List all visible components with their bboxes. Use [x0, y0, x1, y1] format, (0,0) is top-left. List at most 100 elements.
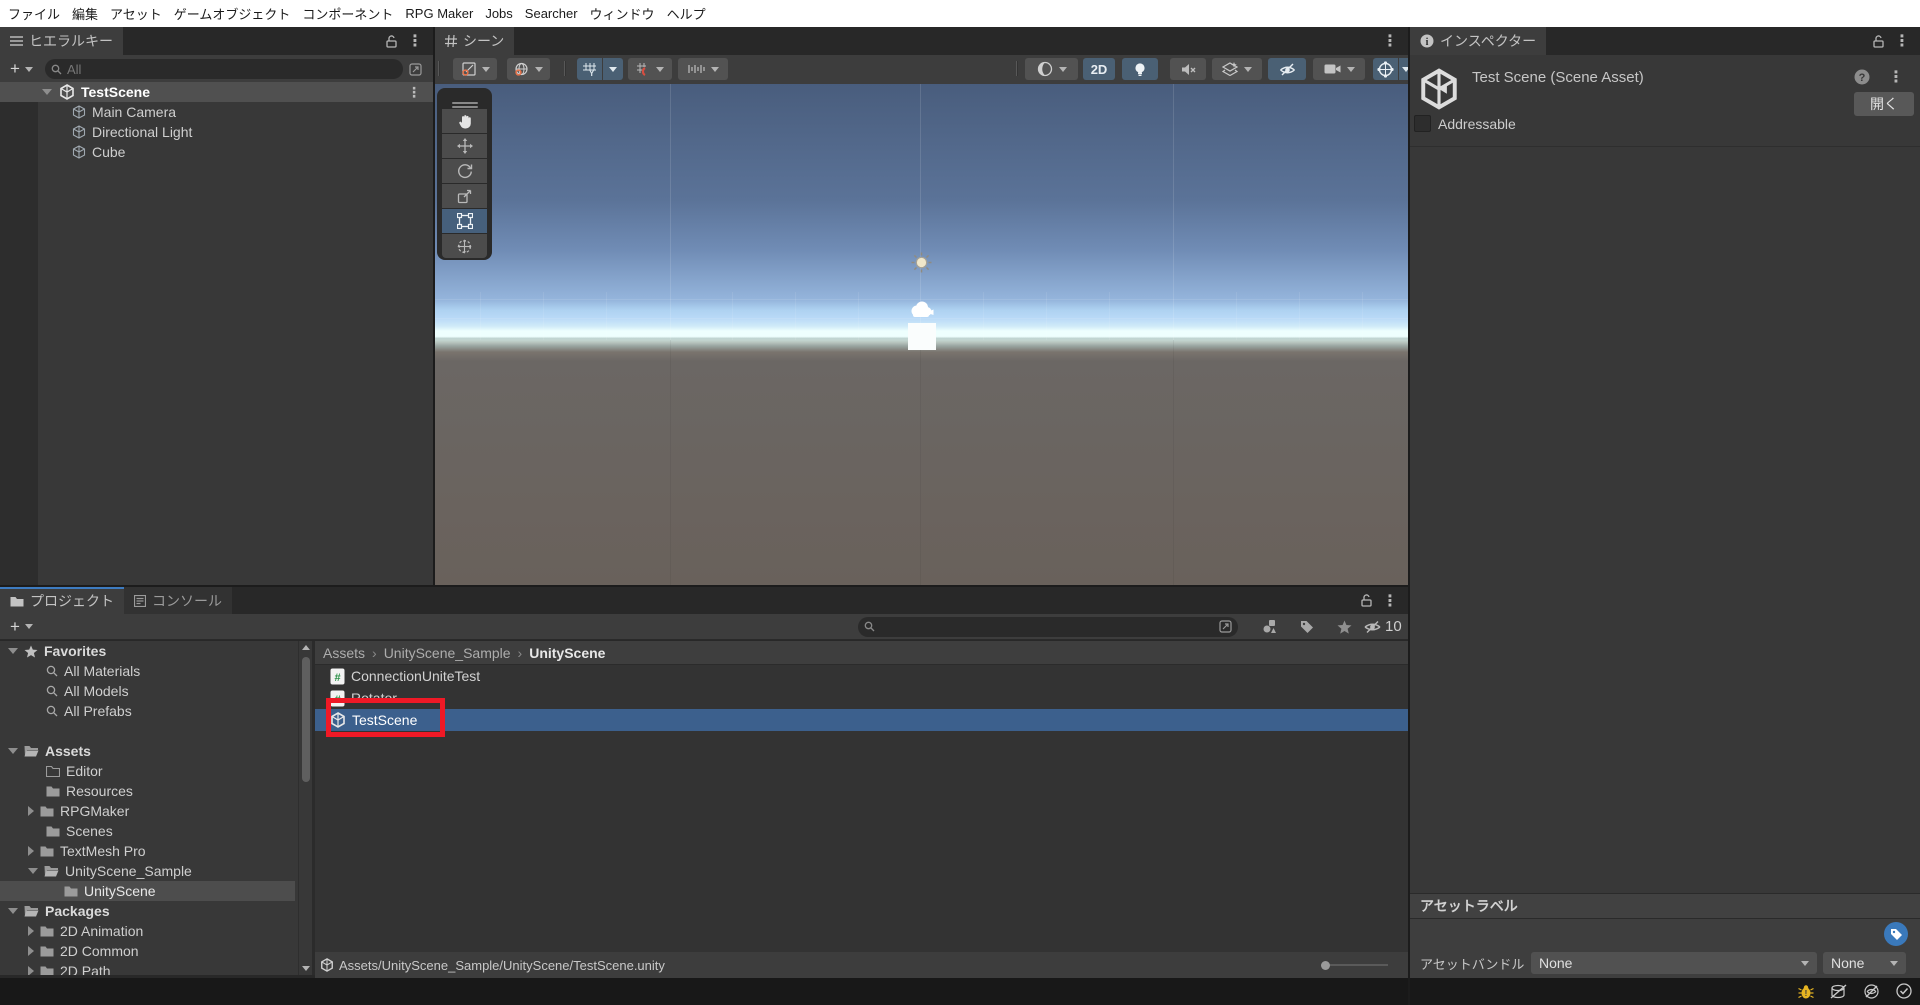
menu-searcher[interactable]: Searcher: [519, 0, 584, 27]
menu-window[interactable]: ウィンドウ: [584, 0, 661, 27]
cache-server-icon[interactable]: [1830, 984, 1847, 999]
tree-editor[interactable]: Editor: [0, 761, 298, 781]
tree-2d-animation[interactable]: 2D Animation: [0, 921, 298, 941]
tree-scrollbar[interactable]: [298, 641, 312, 975]
tree-unityscene-sample[interactable]: UnityScene_Sample: [0, 861, 298, 881]
file-rotator[interactable]: # Rotator: [315, 687, 1408, 709]
inspector-header-menu-icon[interactable]: ⋮: [1888, 67, 1904, 87]
debugger-bug-icon[interactable]: !: [1798, 984, 1814, 999]
snap-increment-button[interactable]: [628, 58, 672, 80]
tree-resources[interactable]: Resources: [0, 781, 298, 801]
menu-rpgmaker[interactable]: RPG Maker: [399, 0, 479, 27]
menu-component[interactable]: コンポーネント: [296, 0, 399, 27]
project-search-input[interactable]: [858, 617, 1238, 637]
hierarchy-row-main-camera[interactable]: Main Camera: [0, 102, 433, 122]
palette-handle[interactable]: [452, 102, 478, 104]
tool-settings-button[interactable]: [453, 58, 497, 80]
hierarchy-row-cube[interactable]: Cube: [0, 142, 433, 162]
grid-visibility-button[interactable]: Y: [577, 58, 602, 80]
add-label-button[interactable]: [1884, 922, 1908, 946]
collab-hidden-icon[interactable]: [1863, 984, 1880, 999]
hand-tool-button[interactable]: [442, 109, 487, 133]
hierarchy-row-directional-light[interactable]: Directional Light: [0, 122, 433, 142]
inspector-menu-icon[interactable]: ⋮: [1894, 31, 1910, 51]
hierarchy-menu-icon[interactable]: ⋮: [407, 31, 423, 51]
move-tool-button[interactable]: [442, 134, 487, 158]
tree-textmeshpro[interactable]: TextMesh Pro: [0, 841, 298, 861]
favorites-filter-icon[interactable]: [1337, 620, 1352, 634]
tree-all-prefabs[interactable]: All Prefabs: [0, 701, 298, 721]
project-lock-icon[interactable]: [1361, 594, 1372, 607]
hierarchy-search-input[interactable]: All: [45, 59, 403, 79]
grid-visibility-dropdown[interactable]: [603, 58, 623, 80]
menu-gameobject[interactable]: ゲームオブジェクト: [168, 0, 297, 27]
help-icon[interactable]: ?: [1854, 69, 1870, 85]
tab-console[interactable]: コンソール: [124, 587, 232, 615]
tree-unityscene[interactable]: UnityScene: [0, 881, 295, 901]
addressable-checkbox[interactable]: [1414, 115, 1431, 132]
breadcrumb-unityscene-sample[interactable]: UnityScene_Sample: [384, 645, 511, 661]
tree-packages[interactable]: Packages: [0, 901, 298, 921]
file-testscene[interactable]: TestScene: [315, 709, 1408, 731]
tree-rpgmaker[interactable]: RPGMaker: [0, 801, 298, 821]
scale-tool-button[interactable]: [442, 184, 487, 208]
tool-pivot-globe-button[interactable]: [507, 58, 550, 80]
menu-file[interactable]: ファイル: [2, 0, 66, 27]
tree-all-materials[interactable]: All Materials: [0, 661, 298, 681]
hidden-count[interactable]: 10: [1363, 618, 1402, 635]
project-add-button[interactable]: +: [10, 617, 20, 637]
tab-hierarchy[interactable]: ヒエラルキー: [0, 27, 123, 55]
hierarchy-external-search-icon[interactable]: [409, 63, 422, 76]
tree-assets[interactable]: Assets: [0, 741, 298, 761]
breadcrumb-assets[interactable]: Assets: [323, 645, 365, 661]
progress-check-icon[interactable]: [1896, 983, 1912, 999]
menu-assets[interactable]: アセット: [104, 0, 168, 27]
snap-settings-button[interactable]: [678, 58, 728, 80]
menu-edit[interactable]: 編集: [66, 0, 104, 27]
tree-scenes[interactable]: Scenes: [0, 821, 298, 841]
visibility-toggle-button[interactable]: [1268, 58, 1306, 80]
rect-tool-button[interactable]: [442, 209, 487, 233]
tree-2d-path[interactable]: 2D Path: [0, 961, 298, 975]
inspector-lock-icon[interactable]: [1873, 35, 1884, 48]
rotate-tool-button[interactable]: [442, 159, 487, 183]
hierarchy-add-dropdown-icon[interactable]: [25, 67, 33, 72]
shading-mode-button[interactable]: [1025, 58, 1078, 80]
asset-labels-header[interactable]: アセットラベル: [1410, 893, 1920, 919]
audio-toggle-button[interactable]: [1170, 58, 1206, 80]
directional-light-gizmo-icon[interactable]: [911, 252, 932, 273]
scene-menu-icon[interactable]: ⋮: [1382, 31, 1398, 51]
testscene-expander-icon[interactable]: [42, 89, 52, 95]
tab-project[interactable]: プロジェクト: [0, 587, 124, 615]
camera-settings-button[interactable]: [1313, 58, 1365, 80]
camera-gizmo-icon[interactable]: [909, 301, 935, 318]
2d-toggle-button[interactable]: 2D: [1083, 58, 1115, 80]
gizmos-toggle-button[interactable]: [1373, 58, 1398, 80]
scene-cube-object[interactable]: [908, 323, 936, 350]
search-in-icon[interactable]: [1219, 620, 1232, 633]
project-menu-icon[interactable]: ⋮: [1382, 591, 1398, 611]
lighting-toggle-button[interactable]: [1122, 58, 1158, 80]
hierarchy-row-testscene[interactable]: TestScene ⋮: [0, 82, 433, 102]
asset-bundle-variant-dropdown[interactable]: None: [1823, 952, 1906, 974]
hierarchy-lock-icon[interactable]: [386, 35, 397, 48]
label-filter-icon[interactable]: [1300, 620, 1314, 634]
tree-favorites[interactable]: Favorites: [0, 641, 298, 661]
asset-store-filter-icon[interactable]: [1262, 619, 1280, 634]
effects-toggle-button[interactable]: [1212, 58, 1262, 80]
file-connectionunitetest[interactable]: # ConnectionUniteTest: [315, 665, 1408, 687]
zoom-slider[interactable]: [1321, 961, 1388, 970]
testscene-options-icon[interactable]: ⋮: [407, 84, 421, 101]
open-button[interactable]: 開く: [1854, 92, 1914, 116]
menu-help[interactable]: ヘルプ: [661, 0, 712, 27]
tree-2d-common[interactable]: 2D Common: [0, 941, 298, 961]
asset-bundle-dropdown[interactable]: None: [1531, 952, 1817, 974]
tab-inspector[interactable]: i インスペクター: [1410, 27, 1546, 55]
hierarchy-add-button[interactable]: +: [10, 59, 20, 79]
project-add-dropdown-icon[interactable]: [25, 624, 33, 629]
tab-scene[interactable]: シーン: [435, 27, 514, 55]
scene-viewport[interactable]: [435, 84, 1408, 585]
tree-all-models[interactable]: All Models: [0, 681, 298, 701]
transform-tool-button[interactable]: [442, 234, 487, 258]
breadcrumb-unityscene[interactable]: UnityScene: [529, 645, 605, 661]
